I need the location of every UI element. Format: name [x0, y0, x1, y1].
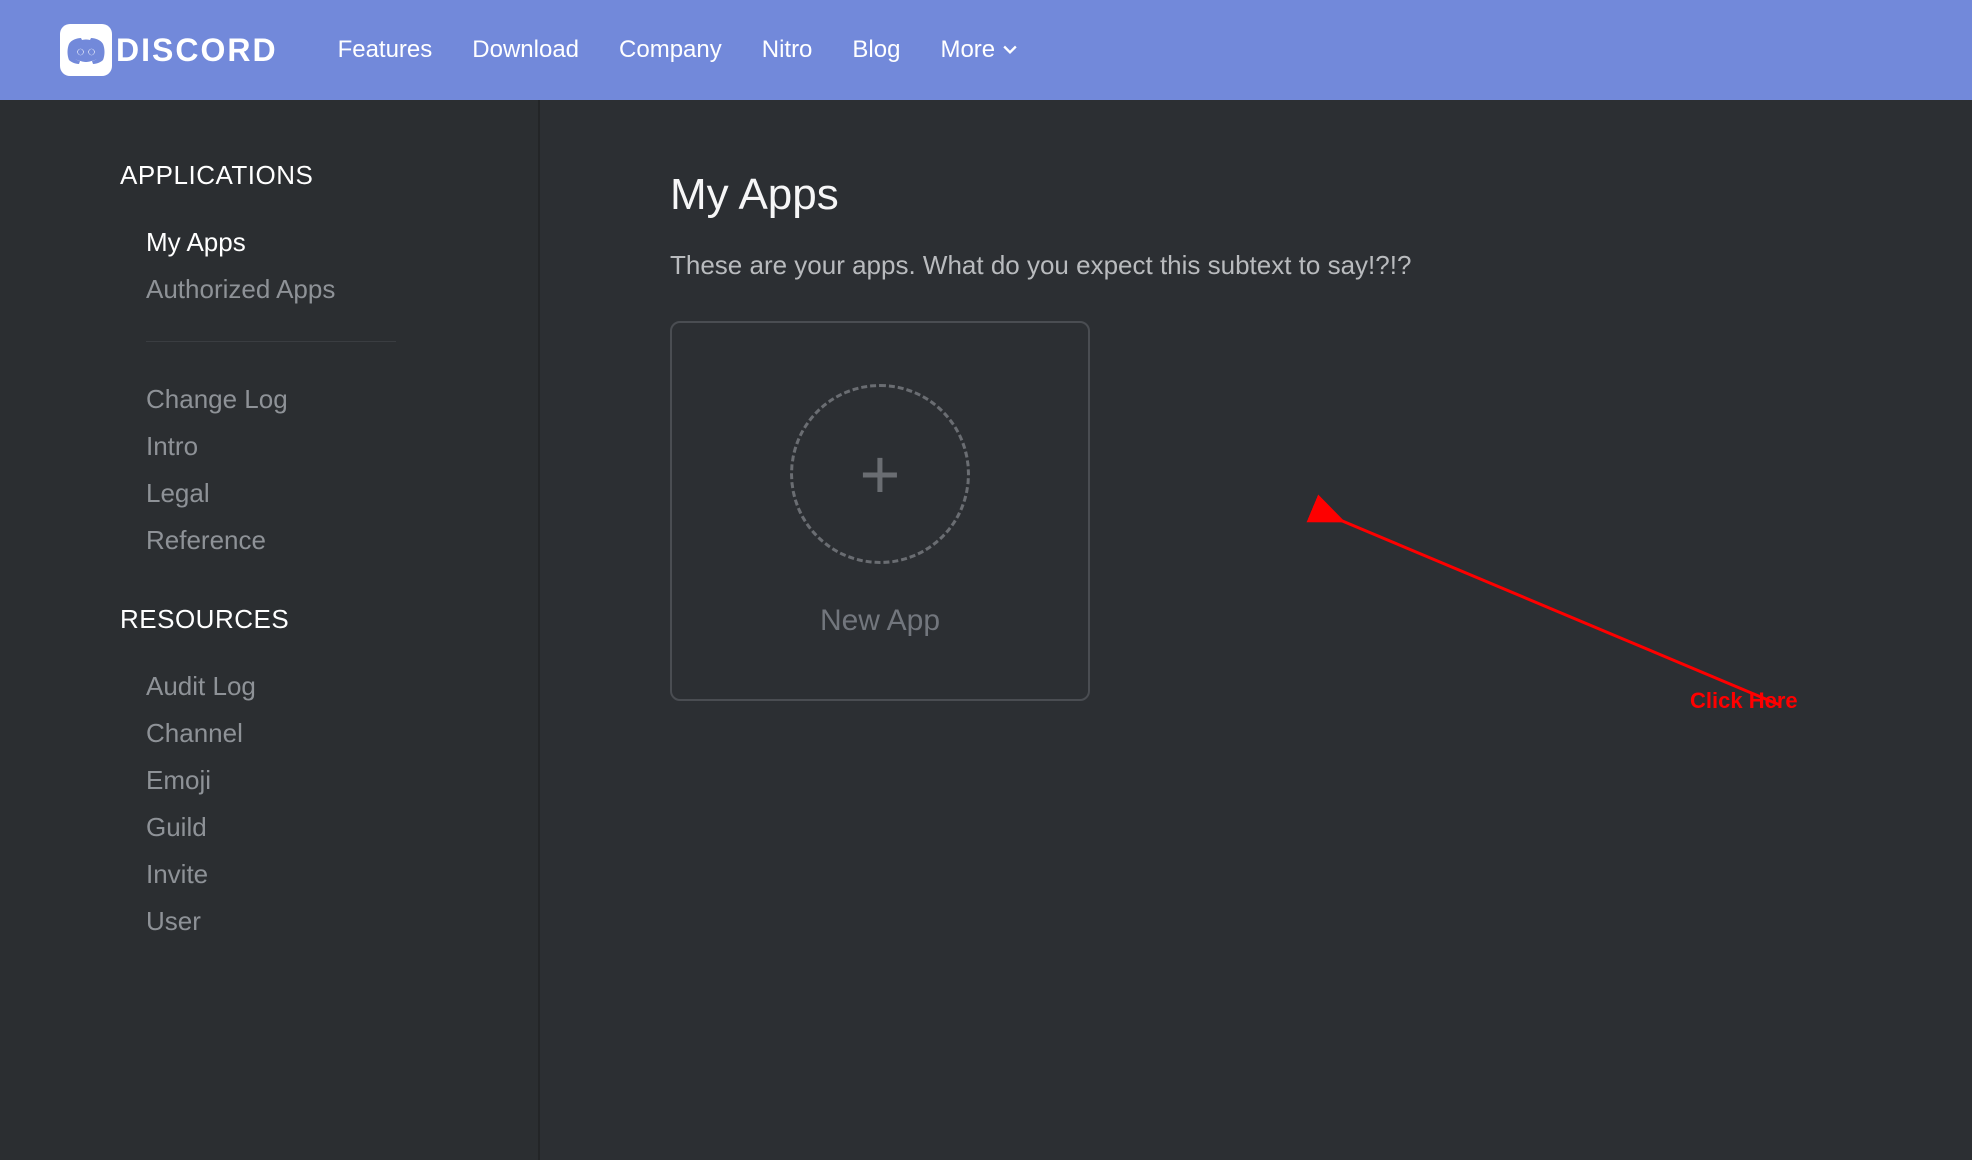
nav-label: Download [472, 36, 579, 64]
sidebar-item-audit-log[interactable]: Audit Log [146, 663, 538, 710]
sidebar-header-applications: APPLICATIONS [120, 160, 538, 191]
sidebar-item-my-apps[interactable]: My Apps [146, 219, 538, 266]
nav-features[interactable]: Features [338, 36, 433, 64]
sidebar-item-legal[interactable]: Legal [146, 470, 538, 517]
nav-blog[interactable]: Blog [852, 36, 900, 64]
nav-links: Features Download Company Nitro Blog Mor… [338, 36, 1018, 64]
sidebar-item-change-log[interactable]: Change Log [146, 376, 538, 423]
sidebar-item-intro[interactable]: Intro [146, 423, 538, 470]
nav-download[interactable]: Download [472, 36, 579, 64]
sidebar-item-guild[interactable]: Guild [146, 804, 538, 851]
sidebar: APPLICATIONS My Apps Authorized Apps Cha… [0, 100, 540, 1160]
new-app-label: New App [820, 604, 940, 638]
brand-name: DISCORD [116, 32, 278, 69]
sidebar-item-invite[interactable]: Invite [146, 851, 538, 898]
sidebar-item-label: Audit Log [146, 671, 256, 701]
discord-icon [60, 24, 112, 76]
sidebar-item-label: Change Log [146, 384, 288, 414]
nav-label: Nitro [762, 36, 813, 64]
new-app-circle: + [790, 384, 970, 564]
sidebar-item-label: Guild [146, 812, 207, 842]
sidebar-item-emoji[interactable]: Emoji [146, 757, 538, 804]
nav-label: Features [338, 36, 433, 64]
sidebar-item-channel[interactable]: Channel [146, 710, 538, 757]
sidebar-item-reference[interactable]: Reference [146, 517, 538, 564]
discord-logo[interactable]: DISCORD [60, 24, 278, 76]
sidebar-item-label: Reference [146, 525, 266, 555]
sidebar-item-user[interactable]: User [146, 898, 538, 945]
page-subtext: These are your apps. What do you expect … [670, 250, 1972, 281]
sidebar-divider [146, 341, 396, 342]
nav-label: Company [619, 36, 722, 64]
chevron-down-icon [1003, 43, 1017, 57]
plus-icon: + [860, 439, 901, 509]
sidebar-item-label: Channel [146, 718, 243, 748]
top-nav: DISCORD Features Download Company Nitro … [0, 0, 1972, 100]
sidebar-item-label: User [146, 906, 201, 936]
sidebar-section-applications: APPLICATIONS My Apps Authorized Apps Cha… [120, 160, 538, 564]
sidebar-header-resources: RESOURCES [120, 604, 538, 635]
sidebar-section-resources: RESOURCES Audit Log Channel Emoji Guild … [120, 604, 538, 945]
sidebar-item-label: Intro [146, 431, 198, 461]
nav-label: Blog [852, 36, 900, 64]
nav-more[interactable]: More [940, 36, 1017, 64]
nav-label: More [940, 36, 995, 64]
sidebar-item-authorized-apps[interactable]: Authorized Apps [146, 266, 538, 313]
sidebar-item-label: Invite [146, 859, 208, 889]
new-app-card[interactable]: + New App [670, 321, 1090, 701]
main-content: My Apps These are your apps. What do you… [540, 100, 1972, 1160]
page-title: My Apps [670, 170, 1972, 220]
sidebar-item-label: Emoji [146, 765, 211, 795]
nav-nitro[interactable]: Nitro [762, 36, 813, 64]
content-shell: APPLICATIONS My Apps Authorized Apps Cha… [0, 100, 1972, 1160]
sidebar-item-label: My Apps [146, 227, 246, 257]
sidebar-item-label: Authorized Apps [146, 274, 335, 304]
sidebar-item-label: Legal [146, 478, 210, 508]
nav-company[interactable]: Company [619, 36, 722, 64]
annotation-text: Click Here [1690, 688, 1798, 714]
